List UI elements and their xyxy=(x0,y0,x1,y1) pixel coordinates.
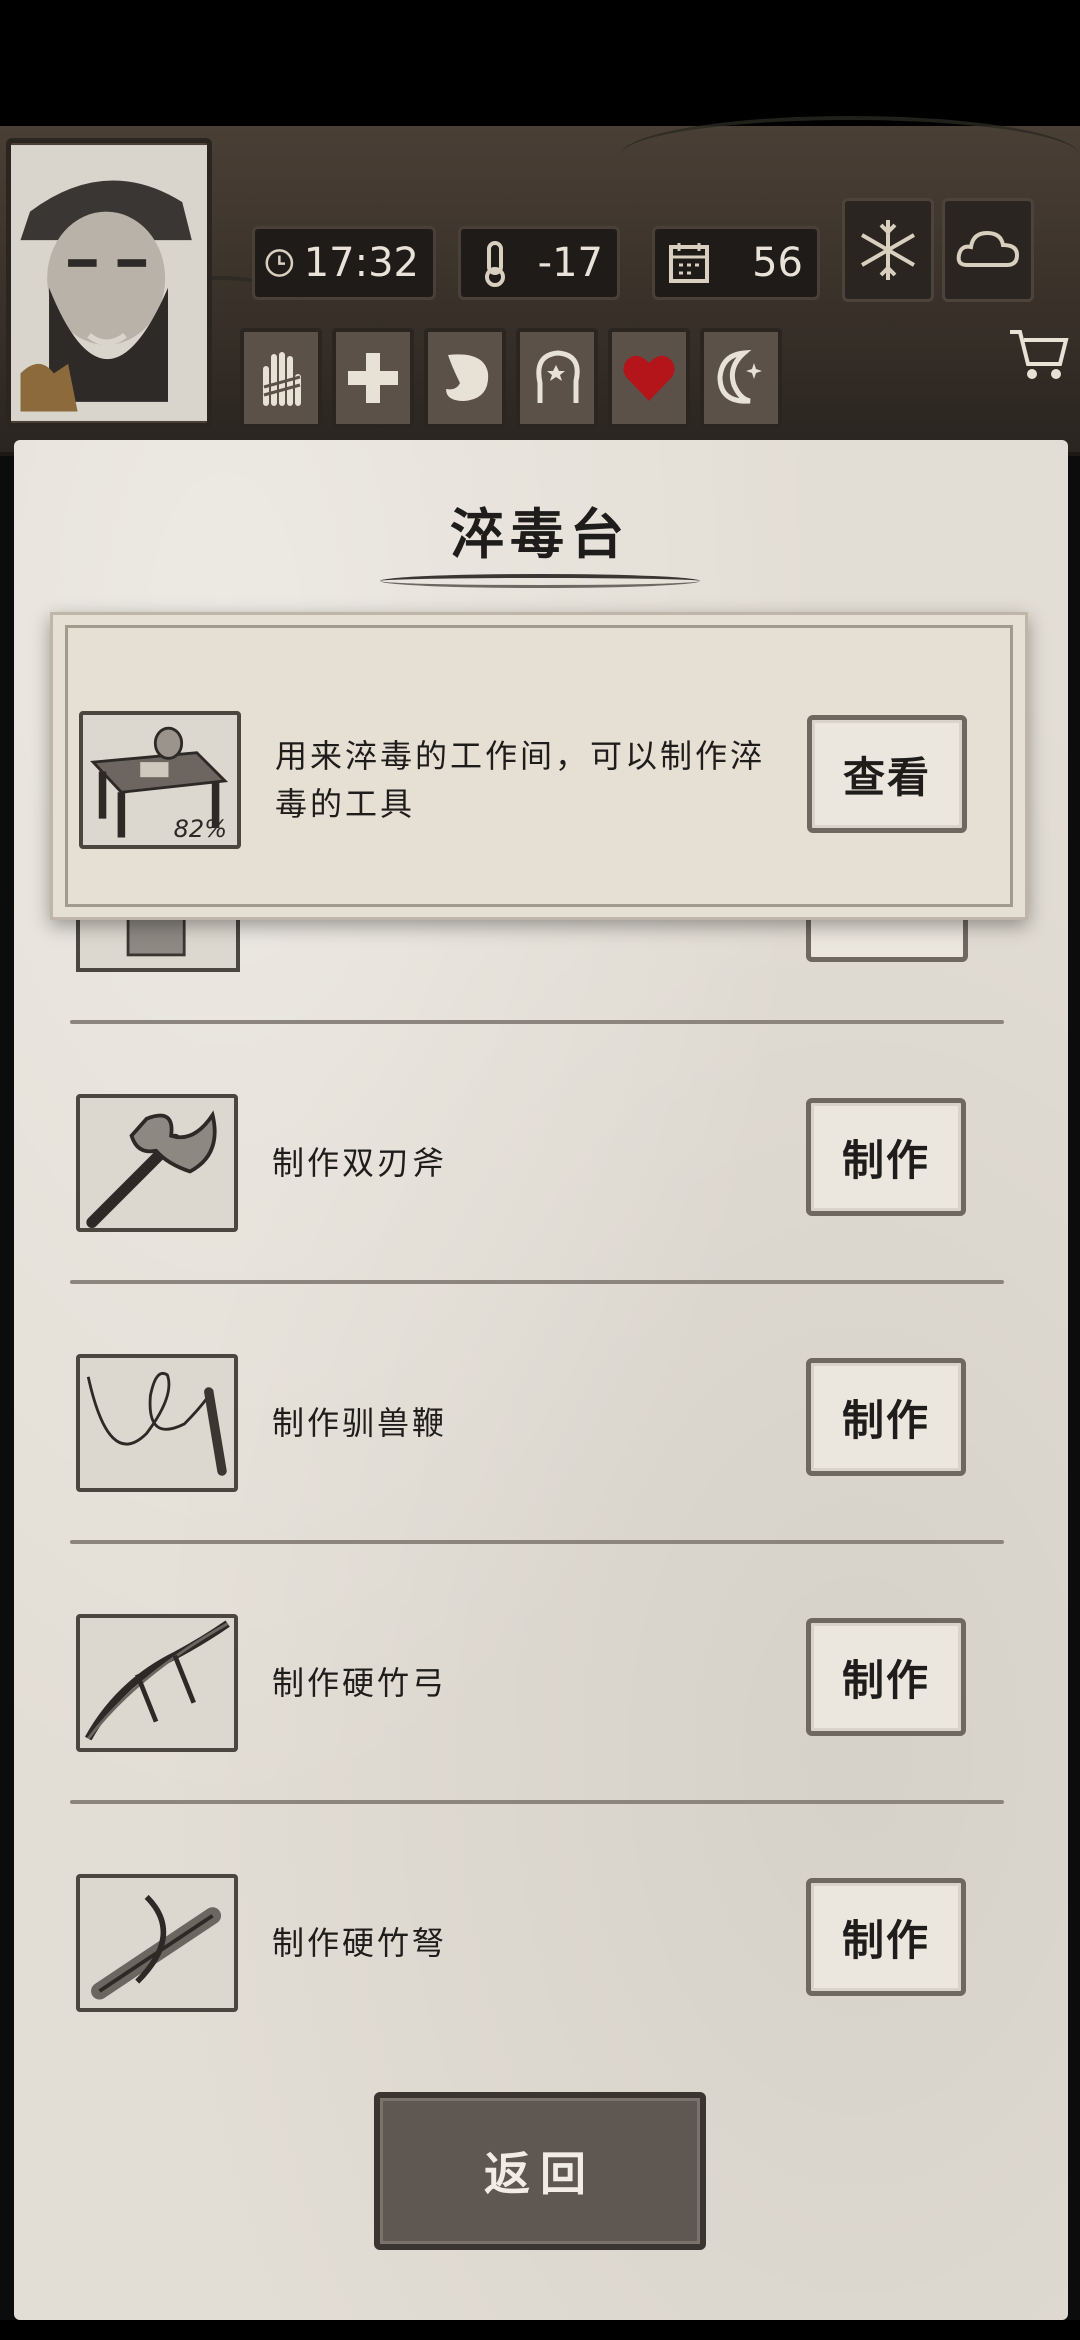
recipe-label: 制作硬竹弓 xyxy=(272,1664,448,1702)
workstation-description: 用来淬毒的工作间，可以制作淬毒的工具 xyxy=(275,737,766,823)
item-thumbnail xyxy=(76,1874,238,2012)
workstation-row: 82% 用来淬毒的工作间，可以制作淬毒的工具 查看 xyxy=(75,711,1011,851)
item-thumbnail xyxy=(76,1094,238,1232)
camel-icon xyxy=(20,363,78,412)
craft-button[interactable]: 制作 xyxy=(806,1358,966,1476)
status-tabs xyxy=(240,328,782,428)
tab-hunger[interactable] xyxy=(424,328,506,428)
back-button[interactable]: 返回 xyxy=(374,2092,706,2250)
recipe-label: 制作硬竹弩 xyxy=(272,1924,448,1962)
row-divider xyxy=(70,1540,1004,1544)
page-title: 淬毒台 xyxy=(450,503,630,566)
temperature-display: -17 xyxy=(458,226,620,300)
calendar-icon xyxy=(669,243,709,283)
view-button[interactable]: 查看 xyxy=(807,715,967,833)
clock-icon xyxy=(265,249,294,277)
tab-injury[interactable] xyxy=(240,328,322,428)
workstation-thumbnail: 82% xyxy=(79,711,241,849)
row-divider xyxy=(70,1020,1004,1024)
head-mind-icon xyxy=(536,350,580,403)
weather-cloud[interactable] xyxy=(942,198,1034,302)
stomach-icon xyxy=(446,354,489,401)
craft-button[interactable]: 制作 xyxy=(806,1618,966,1736)
whip-icon xyxy=(86,1372,227,1476)
recipe-row: 制作硬竹弓 制作 xyxy=(72,1614,1008,1754)
temperature-value: -17 xyxy=(537,240,603,286)
workstation-info-card: 82% 用来淬毒的工作间，可以制作淬毒的工具 查看 xyxy=(50,612,1028,920)
snowflake-icon xyxy=(861,220,915,280)
bottom-edge xyxy=(0,2320,1080,2340)
row-divider xyxy=(70,1280,1004,1284)
craft-button[interactable]: 制作 xyxy=(806,1878,966,1996)
recipe-label: 制作双刃斧 xyxy=(272,1144,448,1182)
bearded-man-avatar xyxy=(11,145,207,421)
title-underline xyxy=(380,574,700,588)
bandaged-hand-icon xyxy=(263,352,301,406)
tab-health[interactable] xyxy=(332,328,414,428)
thermometer-icon xyxy=(485,241,505,287)
cloud-icon xyxy=(956,230,1020,267)
clock-display: 17:32 xyxy=(252,226,436,300)
moon-star-icon xyxy=(717,349,762,404)
item-thumbnail xyxy=(76,1354,238,1492)
progress-percent: 82% xyxy=(173,815,227,843)
shop-cart-icon[interactable] xyxy=(1004,318,1074,388)
bamboo-crossbow-icon xyxy=(91,1894,222,2000)
item-thumbnail xyxy=(76,1614,238,1752)
recipe-row: 制作硬竹弩 制作 xyxy=(72,1874,1008,2014)
day-counter: 56 xyxy=(652,226,820,300)
status-bar-area xyxy=(0,0,1080,126)
recipe-label: 制作驯兽鞭 xyxy=(272,1404,448,1442)
medical-cross-icon xyxy=(348,353,398,403)
craft-button[interactable]: 制作 xyxy=(806,1098,966,1216)
double-axe-icon xyxy=(86,1110,217,1228)
recipe-row: 制作驯兽鞭 制作 xyxy=(72,1354,1008,1494)
tab-heart[interactable] xyxy=(608,328,690,428)
weather-snow[interactable] xyxy=(842,198,934,302)
recipe-row: 制作双刃斧 制作 xyxy=(72,1094,1008,1234)
day-value: 56 xyxy=(752,240,803,286)
time-value: 17:32 xyxy=(303,240,419,286)
row-divider xyxy=(70,1800,1004,1804)
character-portrait[interactable] xyxy=(6,138,212,428)
bamboo-bow-icon xyxy=(84,1620,230,1741)
heart-icon xyxy=(623,355,675,401)
tab-mind[interactable] xyxy=(516,328,598,428)
tab-sleep[interactable] xyxy=(700,328,782,428)
